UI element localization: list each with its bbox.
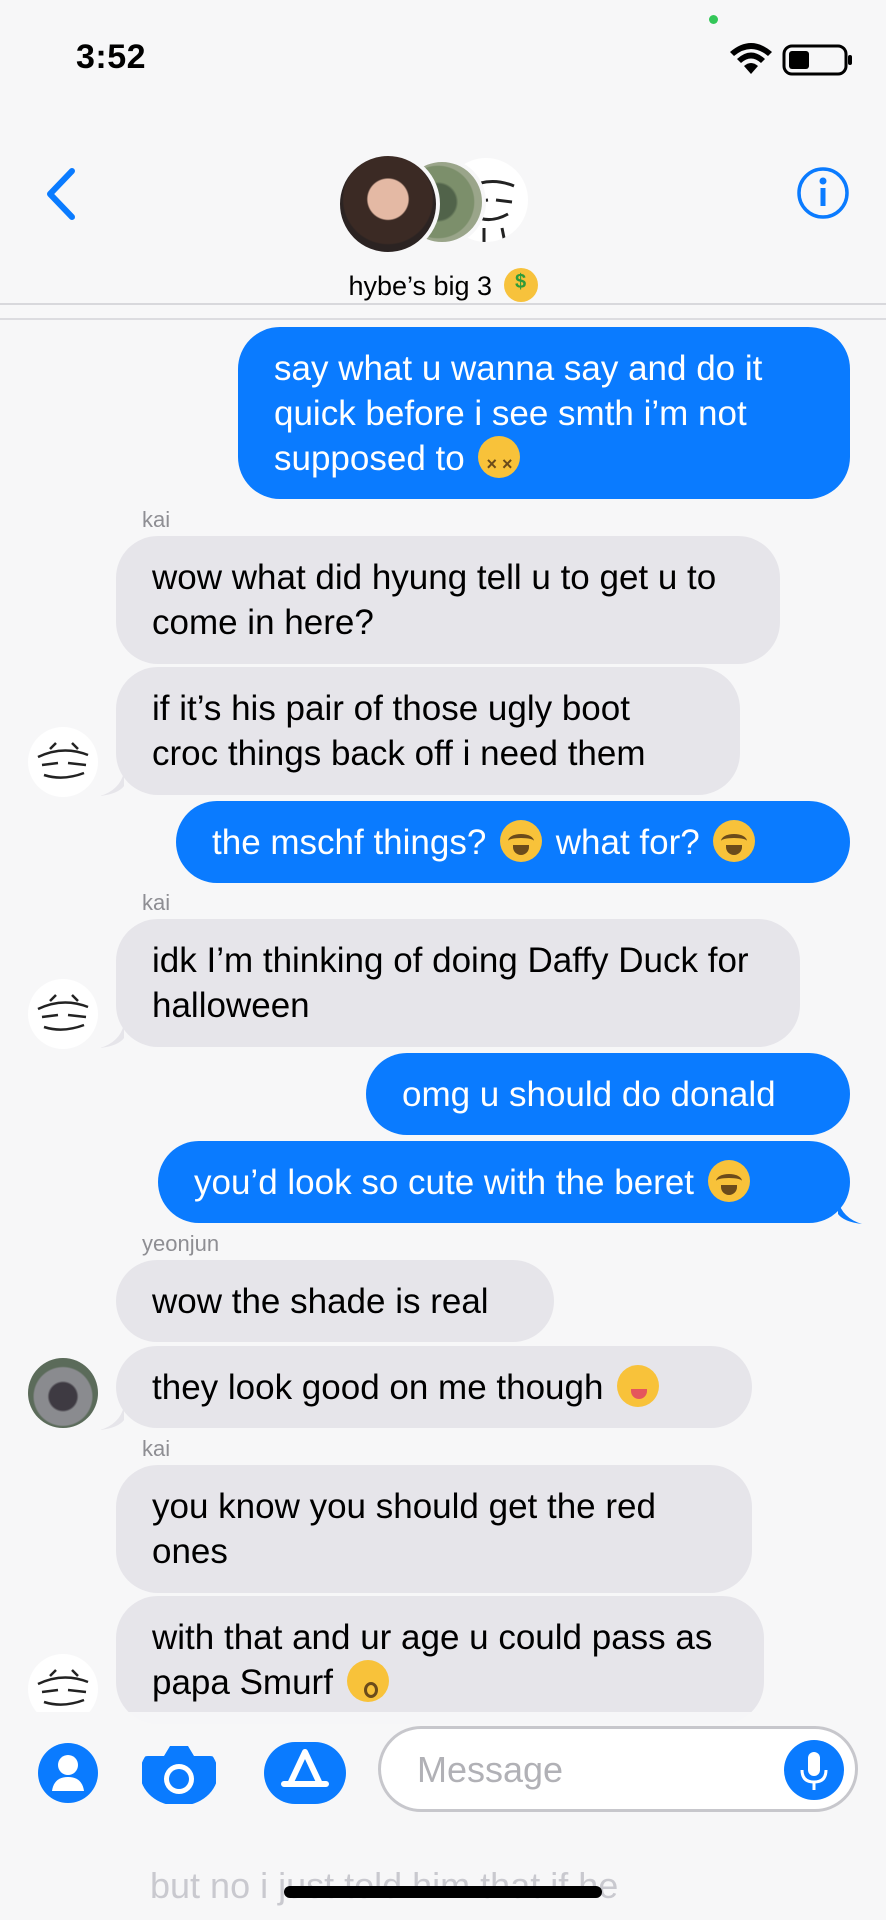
bubble-tail — [100, 772, 124, 796]
message-text: idk I’m thinking of doing Daffy Duck for… — [152, 941, 749, 1025]
camera-icon[interactable] — [140, 1740, 218, 1806]
message-bubble-received[interactable]: if it’s his pair of those ugly boot croc… — [116, 667, 740, 795]
group-name: hybe’s big 3 — [348, 271, 493, 301]
message-bubble-received[interactable]: with that and ur age u could pass as pap… — [116, 1596, 764, 1724]
home-indicator — [284, 1886, 602, 1898]
loudly-crying-face-icon — [500, 819, 543, 862]
meme-face-icon — [37, 994, 89, 1031]
message-bubble-received[interactable]: wow the shade is real — [116, 1260, 554, 1342]
microphone-button[interactable] — [784, 1740, 844, 1800]
messages-screen: 3:52 hybe’s big 3 say what u wa — [0, 0, 886, 1920]
contact-button[interactable] — [38, 1743, 98, 1803]
back-chevron-icon[interactable] — [40, 165, 80, 223]
sender-avatar-yeonjun[interactable] — [28, 1358, 98, 1428]
kissing-face-icon — [346, 1660, 389, 1702]
info-icon[interactable] — [796, 166, 850, 220]
message-text: they look good on me though — [152, 1364, 663, 1410]
group-name-row[interactable]: hybe’s big 3 — [0, 268, 886, 302]
message-bubble-received[interactable]: idk I’m thinking of doing Daffy Duck for… — [116, 919, 800, 1047]
message-bubble-sent[interactable]: say what u wanna say and do it quick bef… — [238, 327, 850, 499]
battery-icon — [782, 44, 852, 76]
message-text: with that and ur age u could pass as pap… — [152, 1618, 713, 1702]
bubble-tail — [838, 1200, 862, 1224]
message-text: wow what did hyung tell u to get u to co… — [152, 558, 717, 642]
meme-face-icon — [37, 742, 89, 779]
message-text: you know you should get the red ones — [152, 1487, 656, 1571]
loudly-crying-face-icon — [713, 819, 756, 862]
group-avatars[interactable] — [336, 152, 536, 262]
app-store-icon — [281, 1749, 329, 1787]
message-bubble-sent[interactable]: you’d look so cute with the beret — [158, 1141, 850, 1223]
message-bubble-received[interactable]: they look good on me though — [116, 1346, 752, 1428]
person-icon — [52, 1755, 84, 1791]
message-text: you’d look so cute with the beret — [194, 1159, 754, 1205]
loudly-crying-face-icon — [707, 1159, 750, 1202]
message-bubble-sent[interactable]: the mschf things? what for? — [176, 801, 850, 883]
sender-name: kai — [142, 507, 171, 532]
sender-avatar-kai[interactable] — [28, 727, 98, 797]
member-avatar-1 — [336, 152, 440, 256]
wifi-icon — [730, 43, 772, 74]
message-text: say what u wanna say and do it quick bef… — [274, 346, 814, 487]
sender-name: kai — [142, 1436, 171, 1461]
bubble-tail — [100, 1406, 124, 1430]
status-time: 3:52 — [76, 38, 147, 76]
header-divider — [0, 318, 886, 320]
message-placeholder: Message — [417, 1749, 564, 1790]
message-text: the mschf things? what for? — [212, 819, 759, 865]
message-text: omg u should do donald — [402, 1074, 776, 1114]
camera-in-use-indicator — [709, 15, 718, 24]
message-bubble-received[interactable]: wow what did hyung tell u to get u to co… — [116, 536, 780, 664]
app-store-button[interactable] — [264, 1742, 346, 1804]
message-text: if it’s his pair of those ugly boot croc… — [152, 689, 646, 773]
bubble-tail — [100, 1024, 124, 1048]
sender-name: kai — [142, 890, 171, 915]
money-mouth-face-icon — [503, 268, 538, 302]
message-text: wow the shade is real — [152, 1281, 489, 1321]
sender-avatar-kai[interactable] — [28, 979, 98, 1049]
confounded-face-icon — [478, 435, 521, 487]
face-savoring-food-icon — [617, 1364, 660, 1407]
message-bubble-sent[interactable]: omg u should do donald — [366, 1053, 850, 1135]
message-bubble-received[interactable]: you know you should get the red ones — [116, 1465, 752, 1593]
sender-name: yeonjun — [142, 1231, 220, 1256]
microphone-icon — [800, 1752, 828, 1790]
